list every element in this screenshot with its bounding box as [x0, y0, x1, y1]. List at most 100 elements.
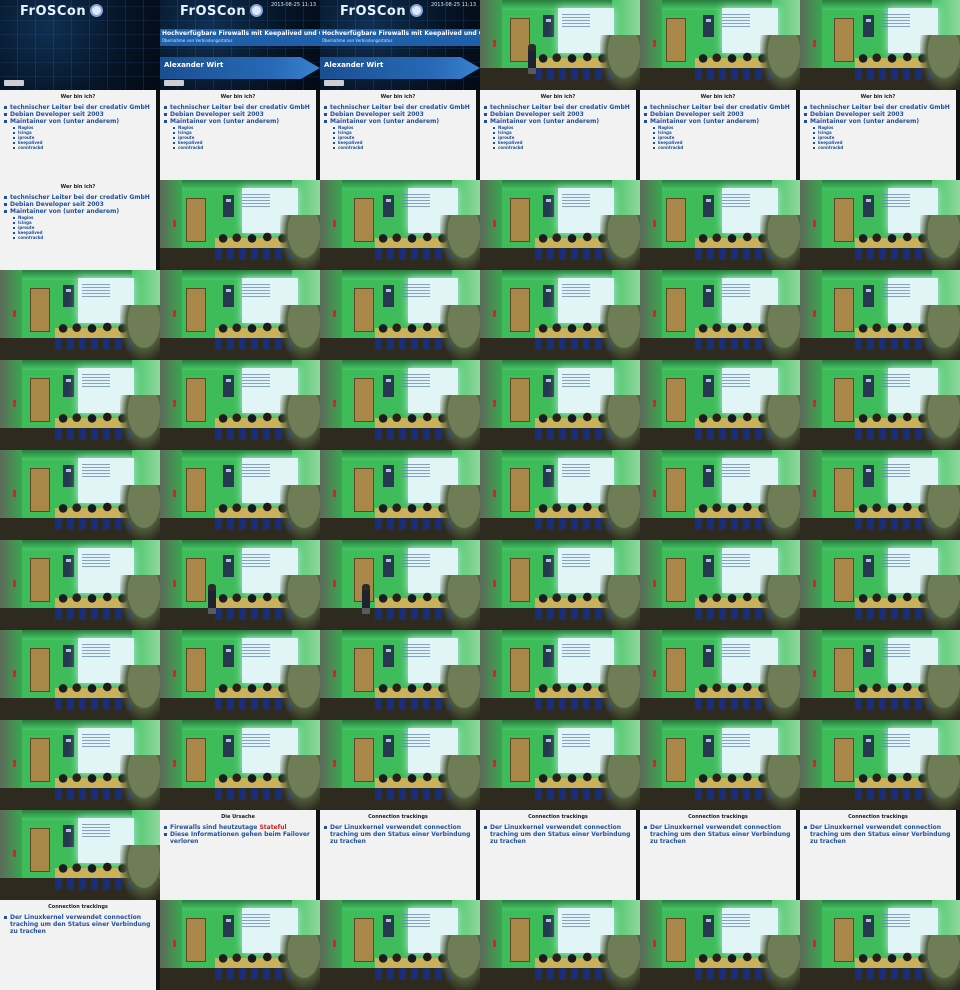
- lecture-room-frame[interactable]: [0, 270, 160, 360]
- door: [354, 378, 374, 422]
- lecture-room-frame[interactable]: [800, 630, 960, 720]
- lecture-room-frame[interactable]: [640, 180, 800, 270]
- banner-logo-icon: [706, 289, 711, 292]
- slide-bullet: technischer Leiter bei der credativ GmbH: [804, 104, 954, 111]
- lecture-room-frame[interactable]: [480, 900, 640, 990]
- banner-logo-icon: [66, 739, 71, 742]
- lecture-room-frame[interactable]: [160, 540, 320, 630]
- slide-wer-bin-ich-frame[interactable]: Wer bin ich? technischer Leiter bei der …: [320, 90, 480, 180]
- banner-logo-icon: [226, 649, 231, 652]
- lecture-room-frame[interactable]: [320, 720, 480, 810]
- lecture-room-frame[interactable]: [800, 360, 960, 450]
- lecture-room-frame[interactable]: [320, 540, 480, 630]
- slide-connection-tracking-frame[interactable]: Connection trackings Der Linuxkernel ver…: [640, 810, 800, 900]
- lecture-room-frame[interactable]: [800, 270, 960, 360]
- door: [510, 558, 530, 602]
- slide-wer-bin-ich-frame[interactable]: Wer bin ich? technischer Leiter bei der …: [0, 180, 160, 270]
- foreground-attendee: [440, 485, 480, 540]
- lecture-room-frame[interactable]: [480, 630, 640, 720]
- lecture-room-frame[interactable]: [160, 270, 320, 360]
- lecture-room-frame[interactable]: [640, 270, 800, 360]
- lecture-room-frame[interactable]: [0, 630, 160, 720]
- slide-wer-bin-ich-frame[interactable]: Wer bin ich? technischer Leiter bei der …: [0, 90, 160, 180]
- slide-wer-bin-ich-frame[interactable]: Wer bin ich? technischer Leiter bei der …: [160, 90, 320, 180]
- lecture-room-frame[interactable]: [320, 270, 480, 360]
- slide-body: Der Linuxkernel verwendet connection tra…: [324, 824, 474, 845]
- slide-connection-tracking-frame[interactable]: Connection trackings Der Linuxkernel ver…: [480, 810, 640, 900]
- fire-extinguisher-icon: [813, 490, 816, 497]
- slide-wer-bin-ich-frame[interactable]: Wer bin ich? technischer Leiter bei der …: [640, 90, 800, 180]
- lecture-room-frame[interactable]: [320, 630, 480, 720]
- lecture-room-frame[interactable]: [160, 630, 320, 720]
- foreground-attendee: [760, 575, 800, 630]
- lecture-room-frame[interactable]: [640, 0, 800, 90]
- lecture-room-frame[interactable]: [800, 900, 960, 990]
- banner-logo-icon: [226, 559, 231, 562]
- title-slide-frame[interactable]: FrOSCon 2013-08-25 11:13 Hochverfügbare …: [320, 0, 480, 90]
- lecture-room-frame[interactable]: [640, 540, 800, 630]
- foreground-attendee: [280, 575, 320, 630]
- lecture-room-frame[interactable]: [0, 720, 160, 810]
- banner-logo-icon: [546, 19, 551, 22]
- slide-connection-tracking-frame[interactable]: Connection trackings Der Linuxkernel ver…: [800, 810, 960, 900]
- lecture-room-frame[interactable]: [480, 360, 640, 450]
- lecture-room-frame[interactable]: [640, 450, 800, 540]
- lecture-room-frame[interactable]: [320, 360, 480, 450]
- door: [30, 738, 50, 782]
- slide-connection-tracking-frame[interactable]: Connection trackings Der Linuxkernel ver…: [320, 810, 480, 900]
- fire-extinguisher-icon: [173, 760, 176, 767]
- projected-slide-text: [242, 554, 270, 568]
- lecture-room-frame[interactable]: [480, 450, 640, 540]
- lecture-room-frame[interactable]: [0, 810, 160, 900]
- lecture-room-frame[interactable]: [800, 720, 960, 810]
- lecture-room-frame[interactable]: [640, 720, 800, 810]
- lecture-room-frame[interactable]: [640, 900, 800, 990]
- lecture-room-frame[interactable]: [0, 450, 160, 540]
- lecture-room-frame[interactable]: [320, 450, 480, 540]
- door: [834, 18, 854, 62]
- lecture-room-frame[interactable]: [640, 360, 800, 450]
- contact-sheet-grid: FrOSCon 2013-08-25 11:13 Hochverfügbare …: [0, 0, 960, 990]
- fire-extinguisher-icon: [813, 220, 816, 227]
- lecture-room-frame[interactable]: [480, 270, 640, 360]
- banner-logo-icon: [546, 289, 551, 292]
- fire-extinguisher-icon: [813, 310, 816, 317]
- lecture-room-frame[interactable]: [800, 180, 960, 270]
- slide-heading: Connection trackings: [688, 814, 748, 820]
- lecture-room-frame[interactable]: [640, 630, 800, 720]
- foreground-attendee: [600, 215, 640, 270]
- lecture-room-frame[interactable]: [160, 900, 320, 990]
- lecture-room-frame[interactable]: [800, 0, 960, 90]
- foreground-attendee: [440, 935, 480, 990]
- lecture-room-frame[interactable]: [480, 180, 640, 270]
- lecture-room-frame[interactable]: [320, 180, 480, 270]
- slide-connection-tracking-frame[interactable]: Connection trackings Der Linuxkernel ver…: [0, 900, 160, 990]
- lecture-room-frame[interactable]: [800, 540, 960, 630]
- lecture-room-frame[interactable]: [0, 360, 160, 450]
- slide-wer-bin-ich-frame[interactable]: Wer bin ich? technischer Leiter bei der …: [800, 90, 960, 180]
- slide-die-ursache-frame[interactable]: Die Ursache Firewalls sind heutzutage St…: [160, 810, 320, 900]
- lecture-room-frame[interactable]: [160, 360, 320, 450]
- lecture-room-frame[interactable]: [160, 180, 320, 270]
- title-slide-frame[interactable]: FrOSCon 2013-08-25 11:13 Hochverfügbare …: [160, 0, 320, 90]
- lecture-room-frame[interactable]: [320, 900, 480, 990]
- lecture-room-frame[interactable]: [160, 720, 320, 810]
- lecture-room-frame[interactable]: [480, 540, 640, 630]
- projected-slide-text: [82, 464, 110, 478]
- slide-wer-bin-ich-frame[interactable]: Wer bin ich? technischer Leiter bei der …: [480, 90, 640, 180]
- lecture-room-frame[interactable]: [480, 0, 640, 90]
- foreground-attendee: [440, 755, 480, 810]
- door: [834, 468, 854, 512]
- banner-logo-icon: [866, 379, 871, 382]
- foreground-attendee: [760, 665, 800, 720]
- fire-extinguisher-icon: [13, 400, 16, 407]
- banner-logo-icon: [226, 919, 231, 922]
- slide-body: technischer Leiter bei der credativ GmbH…: [804, 104, 954, 150]
- lecture-room-frame[interactable]: [480, 720, 640, 810]
- lecture-room-frame[interactable]: [160, 450, 320, 540]
- lecture-room-frame[interactable]: [0, 540, 160, 630]
- title-slide-frame[interactable]: FrOSCon 2013-08-25 11:13 Hochverfügbare …: [0, 0, 160, 90]
- slide-body: technischer Leiter bei der credativ GmbH…: [4, 104, 154, 150]
- lecture-room-frame[interactable]: [800, 450, 960, 540]
- foreground-attendee: [280, 395, 320, 450]
